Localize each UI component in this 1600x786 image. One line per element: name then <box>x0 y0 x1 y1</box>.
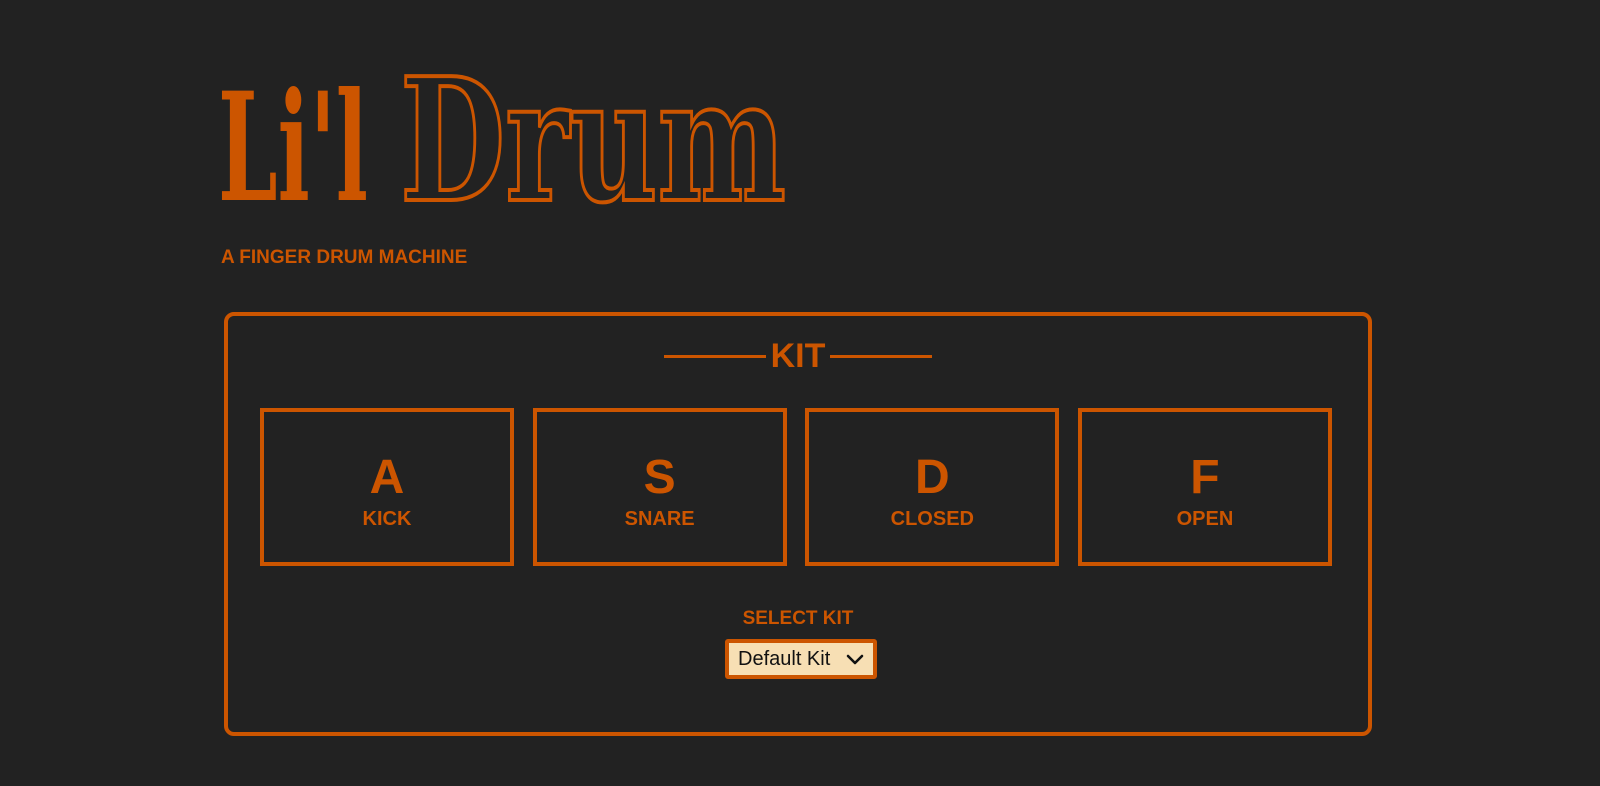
pad-sound: CLOSED <box>890 508 974 530</box>
kit-heading: KIT <box>228 338 1368 374</box>
select-kit-label: SELECT KIT <box>742 608 854 629</box>
pad-sound: KICK <box>362 508 412 530</box>
logo-part-drum: Drum <box>400 41 786 241</box>
pad-sound: SNARE <box>624 508 695 530</box>
logo-part-lil: Li'l <box>218 60 368 236</box>
drum-pad-open[interactable]: F OPEN <box>1077 408 1332 566</box>
heading-rule-left <box>663 354 766 358</box>
kit-select[interactable]: Default Kit <box>725 639 877 679</box>
app-tagline: A FINGER DRUM MACHINE <box>221 247 468 268</box>
kit-select-value: Default Kit <box>738 647 831 670</box>
pad-key: A <box>369 451 405 504</box>
drum-pad-closed[interactable]: D CLOSED <box>805 408 1060 566</box>
pad-sound: OPEN <box>1176 508 1234 530</box>
drum-pad-snare[interactable]: S SNARE <box>532 408 787 566</box>
kit-panel: KIT A KICK S SNARE D CLOSED F OPEN SELEC… <box>224 312 1372 736</box>
heading-rule-right <box>830 354 933 358</box>
chevron-down-icon <box>846 654 864 665</box>
app-logo: Li'l Drum <box>218 39 818 243</box>
pad-key: D <box>914 451 950 504</box>
drum-pad-kick[interactable]: A KICK <box>260 408 514 566</box>
pad-key: S <box>643 451 676 504</box>
drum-pads: A KICK S SNARE D CLOSED F OPEN <box>260 408 1332 566</box>
pad-key: F <box>1190 451 1220 504</box>
kit-title: KIT <box>770 337 826 375</box>
